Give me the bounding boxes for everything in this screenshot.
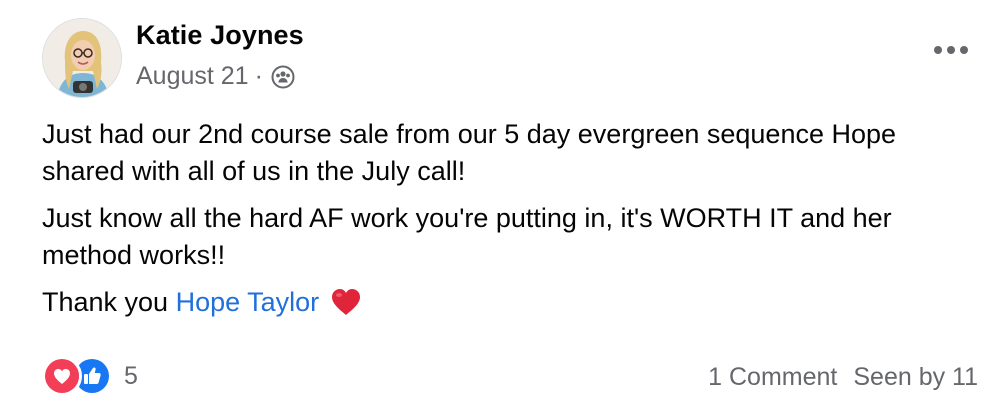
love-reaction-icon [42,356,82,396]
more-options-icon[interactable] [934,40,968,60]
thanks-text: Thank you [42,287,176,317]
group-members-icon[interactable] [271,65,295,89]
post-stats: 1 Comment Seen by 11 [708,363,978,392]
reaction-count: 5 [124,361,138,390]
post-card: Katie Joynes August 21 · Just had our 2n… [0,0,1008,416]
post-paragraph: Just know all the hard AF work you're pu… [42,203,892,270]
reactions-summary[interactable]: 5 [42,356,138,396]
more-dot [960,46,968,54]
post-date[interactable]: August 21 [136,62,249,91]
red-heart-icon [331,288,361,316]
mention-link[interactable]: Hope Taylor [176,287,320,317]
post-paragraph: Just had our 2nd course sale from our 5 … [42,119,897,186]
meta-separator: · [254,62,263,90]
thanks-line: Thank you Hope Taylor [42,284,982,321]
comments-count-link[interactable]: 1 Comment [708,363,837,392]
avatar-photo [43,19,121,97]
seen-by-link[interactable]: Seen by 11 [853,363,978,392]
post-footer: 5 1 Comment Seen by 11 [42,356,978,400]
more-dot [934,46,942,54]
more-dot [947,46,955,54]
post-meta: August 21 · [136,62,295,91]
author-name[interactable]: Katie Joynes [136,20,304,51]
author-avatar[interactable] [42,18,122,98]
post-body: Just had our 2nd course sale from our 5 … [42,116,982,331]
